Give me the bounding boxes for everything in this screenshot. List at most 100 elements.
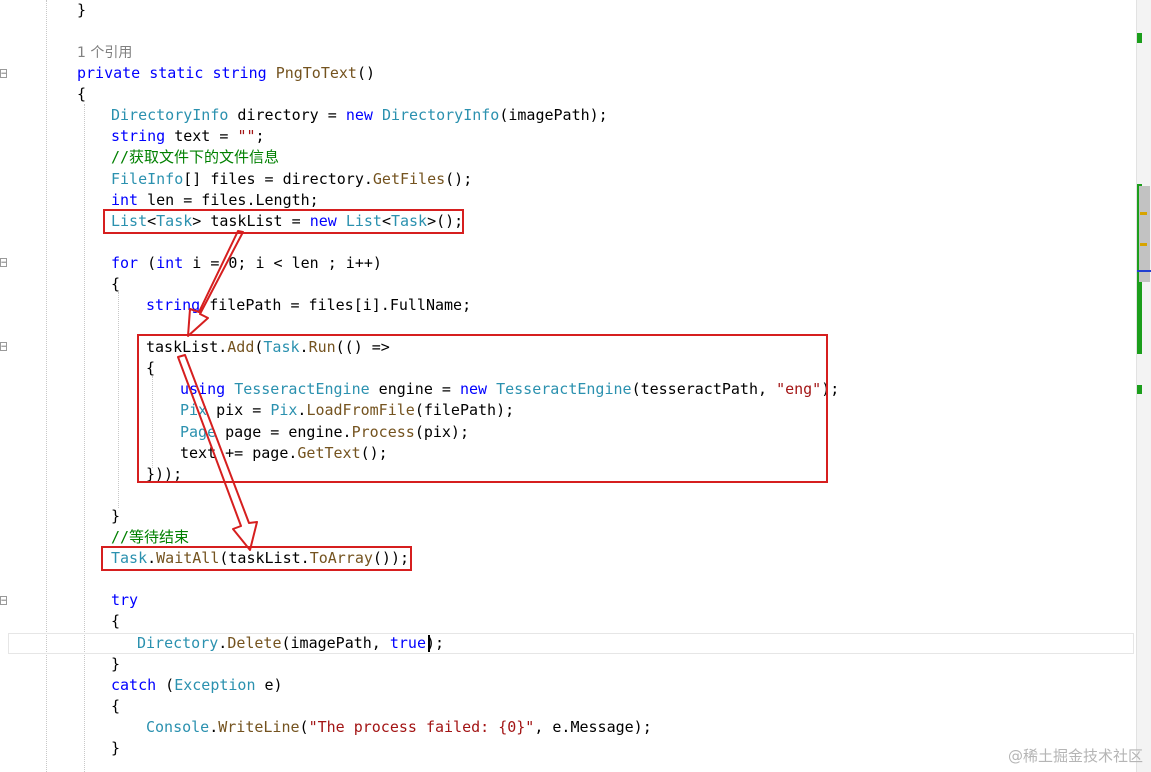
code-text: DirectoryInfo directory = new DirectoryI…: [111, 106, 608, 124]
type-token: Page: [180, 423, 217, 441]
code-text: Page page = engine.Process(pix);: [180, 423, 469, 441]
type-token: Directory: [137, 634, 219, 652]
code-line[interactable]: Task.WaitAll(taskList.ToArray());: [111, 548, 409, 569]
code-line[interactable]: try: [111, 590, 138, 611]
collapse-toggle-icon[interactable]: −: [0, 596, 7, 606]
type-token: Console: [146, 718, 210, 736]
code-text: }: [111, 507, 120, 525]
plain-token: (filePath);: [414, 401, 515, 419]
type-token: Task: [111, 549, 148, 567]
code-line[interactable]: taskList.Add(Task.Run(() =>: [146, 337, 390, 358]
plain-token: {: [111, 612, 121, 630]
reference-count[interactable]: 1 个引用: [77, 42, 132, 63]
code-text: int len = files.Length;: [111, 191, 319, 209]
code-text: for (int i = 0; i < len ; i++): [111, 254, 382, 272]
plain-token: (pix);: [414, 423, 469, 441]
code-line[interactable]: string filePath = files[i].FullName;: [146, 295, 471, 316]
code-text: Directory.Delete(imagePath, true);: [137, 634, 444, 652]
code-line[interactable]: }: [111, 654, 120, 675]
code-text: Task.WaitAll(taskList.ToArray());: [111, 549, 409, 567]
code-line[interactable]: DirectoryInfo directory = new DirectoryI…: [111, 105, 608, 126]
code-text: using TesseractEngine engine = new Tesse…: [180, 380, 839, 398]
type-token: Task: [390, 212, 428, 230]
comment-token: //获取文件下的文件信息: [111, 148, 280, 166]
code-line[interactable]: {: [111, 274, 120, 295]
plain-token: len = files.Length;: [138, 191, 319, 209]
plain-token: ;: [255, 127, 265, 145]
collapse-toggle-icon[interactable]: −: [0, 342, 7, 352]
plain-token: text += page.: [180, 444, 298, 462]
code-line[interactable]: }: [77, 0, 86, 21]
plain-token: (): [356, 64, 376, 82]
code-editor[interactable]: − − − − } 1 个引用 private static string Pn…: [0, 0, 1136, 772]
plain-token: taskList.: [146, 338, 228, 356]
indent-guide: [118, 292, 119, 508]
code-line[interactable]: }: [111, 506, 120, 527]
warning-marker: [1140, 212, 1147, 215]
type-token: Task: [156, 212, 193, 230]
code-comment[interactable]: //等待结束: [111, 527, 189, 548]
plain-token: (: [299, 718, 309, 736]
code-line[interactable]: text += page.GetText();: [180, 443, 388, 464]
code-line[interactable]: {: [77, 84, 86, 105]
method-token: LoadFromFile: [306, 401, 415, 419]
code-text: taskList.Add(Task.Run(() =>: [146, 338, 390, 356]
code-line[interactable]: List<Task> taskList = new List<Task>();: [111, 211, 463, 232]
scrollbar-thumb[interactable]: [1139, 186, 1150, 282]
watermark: @稀土掘金技术社区: [1007, 747, 1143, 765]
keyword-token: static: [149, 64, 204, 82]
type-token: List: [111, 212, 148, 230]
code-line[interactable]: Console.WriteLine("The process failed: {…: [146, 717, 652, 738]
change-marker: [1137, 33, 1142, 43]
code-line[interactable]: using TesseractEngine engine = new Tesse…: [180, 379, 839, 400]
code-line[interactable]: string text = "";: [111, 126, 265, 147]
plain-token: (() =>: [335, 338, 390, 356]
keyword-token: string: [146, 296, 201, 314]
warning-marker: [1140, 243, 1147, 246]
code-line[interactable]: }));: [146, 464, 182, 485]
code-line[interactable]: int len = files.Length;: [111, 190, 319, 211]
code-text: //获取文件下的文件信息: [111, 148, 279, 166]
code-line[interactable]: private static string PngToText(): [77, 63, 375, 84]
type-token: DirectoryInfo: [111, 106, 229, 124]
code-line[interactable]: FileInfo[] files = directory.GetFiles();: [111, 169, 472, 190]
code-line[interactable]: Directory.Delete(imagePath, true);: [137, 633, 444, 654]
code-line[interactable]: {: [111, 696, 120, 717]
keyword-token: string: [212, 64, 267, 82]
code-line[interactable]: {: [146, 358, 155, 379]
collapse-toggle-icon[interactable]: −: [0, 258, 7, 268]
code-comment[interactable]: //获取文件下的文件信息: [111, 147, 279, 168]
method-token: Add: [227, 338, 255, 356]
plain-token: ());: [372, 549, 410, 567]
method-token: ToArray: [309, 549, 373, 567]
plain-token: );: [821, 380, 840, 398]
plain-token: (tesseractPath,: [631, 380, 777, 398]
code-line[interactable]: Pix pix = Pix.LoadFromFile(filePath);: [180, 400, 514, 421]
type-token: FileInfo: [111, 170, 184, 188]
method-token: GetFiles: [372, 170, 446, 188]
type-token: TesseractEngine: [496, 380, 632, 398]
code-text: Console.WriteLine("The process failed: {…: [146, 718, 652, 736]
code-text: }: [111, 655, 120, 673]
code-line[interactable]: catch (Exception e): [111, 675, 283, 696]
keyword-token: new: [345, 106, 373, 124]
keyword-token: new: [459, 380, 488, 398]
keyword-token: int: [156, 254, 184, 272]
code-line[interactable]: Page page = engine.Process(pix);: [180, 422, 469, 443]
type-token: Pix: [270, 401, 298, 419]
code-line[interactable]: for (int i = 0; i < len ; i++): [111, 253, 382, 274]
comment-token: //等待结束: [111, 528, 190, 546]
code-line[interactable]: {: [111, 611, 120, 632]
editor-margin: − − − −: [0, 0, 14, 772]
code-text: }: [77, 1, 86, 19]
reference-label: 1 个引用: [77, 45, 133, 61]
code-line[interactable]: }: [111, 738, 120, 759]
plain-token: {: [111, 275, 121, 293]
method-token: Process: [351, 423, 415, 441]
vertical-scrollbar[interactable]: [1136, 0, 1151, 772]
type-token: TesseractEngine: [234, 380, 370, 398]
collapse-toggle-icon[interactable]: −: [0, 69, 7, 79]
